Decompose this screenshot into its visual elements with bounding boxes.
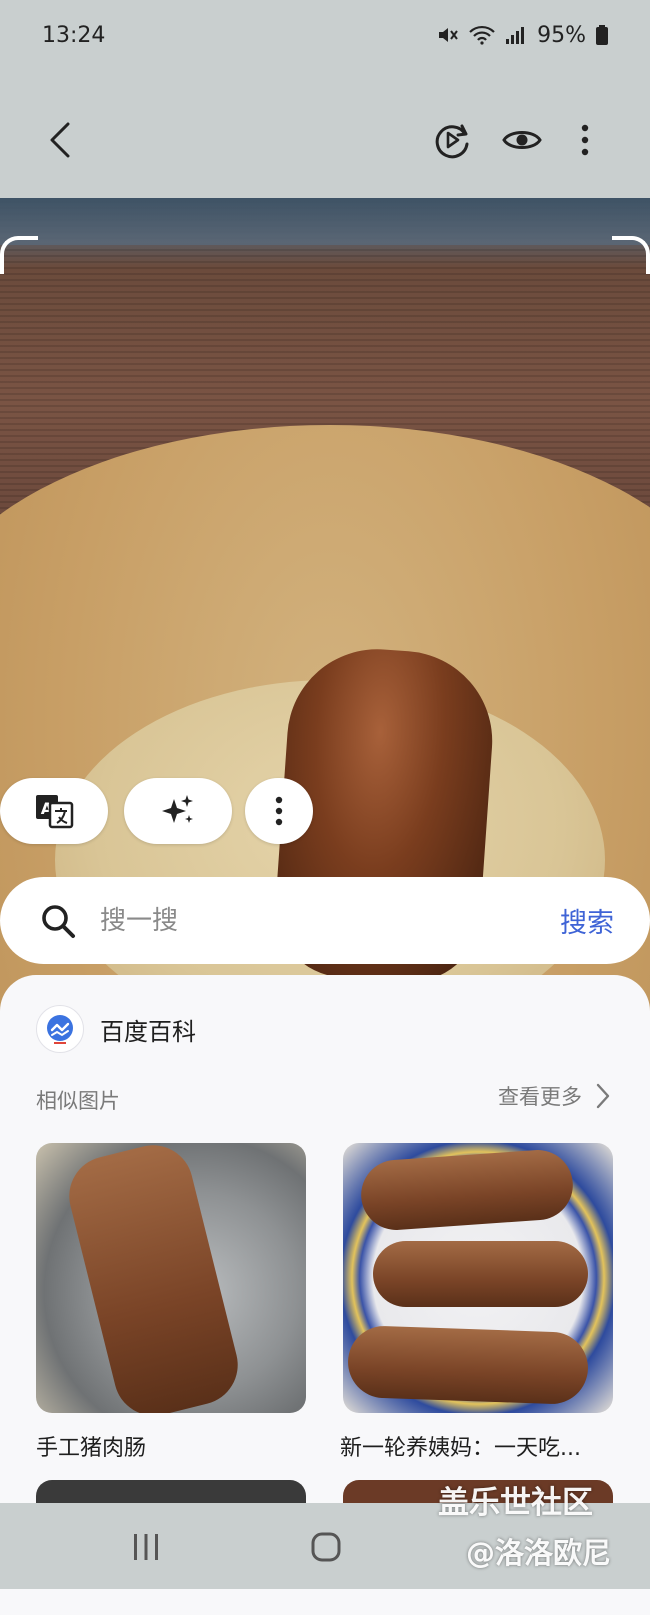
back-button[interactable] [40, 115, 80, 165]
translate-button[interactable]: A [0, 778, 108, 844]
home-button[interactable] [296, 1525, 356, 1569]
home-icon [311, 1532, 341, 1562]
search-input[interactable] [98, 904, 560, 937]
watermark-line-2: @洛洛欧尼 [466, 1536, 612, 1570]
search-icon [42, 904, 75, 938]
similar-image-1-caption[interactable]: 手工猪肉肠 [36, 1430, 306, 1462]
search-bar: 搜索 [0, 877, 650, 964]
wooden-table-edge [0, 195, 650, 245]
image-more-button[interactable] [245, 778, 313, 844]
recent-apps-icon [134, 1534, 158, 1560]
see-more-link[interactable]: 查看更多 [498, 1081, 610, 1111]
status-time: 13:24 [42, 22, 106, 48]
more-options-button[interactable] [570, 118, 600, 162]
live-replay-icon [435, 124, 469, 159]
battery-percent: 95% [537, 22, 586, 48]
source-row[interactable]: 百度百科 [36, 1005, 196, 1053]
baidu-baike-logo-icon [36, 1005, 84, 1053]
similar-image-1[interactable] [36, 1143, 306, 1413]
watermark-line-1: 盖乐世社区 [438, 1485, 593, 1521]
crop-corner-top-left[interactable] [0, 236, 38, 274]
back-arrow-icon [50, 122, 70, 158]
more-vertical-icon [581, 124, 589, 156]
search-button[interactable]: 搜索 [560, 901, 614, 940]
see-more-label: 查看更多 [498, 1085, 582, 1109]
more-vertical-icon [275, 796, 283, 826]
view-button[interactable] [500, 118, 544, 162]
chevron-right-icon [596, 1083, 610, 1109]
similar-image-2[interactable] [343, 1143, 613, 1413]
sausage-thumbnail [346, 1324, 590, 1406]
status-bar: 13:24 95% [0, 0, 650, 70]
battery-icon [596, 25, 608, 45]
wifi-icon [469, 25, 495, 45]
sparkle-icon [162, 795, 193, 823]
translate-icon: A [36, 795, 74, 829]
live-replay-button[interactable] [430, 118, 474, 162]
crop-corner-top-right[interactable] [612, 236, 650, 274]
source-name: 百度百科 [100, 1017, 196, 1046]
top-app-bar [0, 70, 650, 198]
status-icons: 95% [437, 23, 608, 48]
ai-assist-button[interactable] [124, 778, 232, 844]
sausage-thumbnail [358, 1147, 576, 1233]
sausage-thumbnail [373, 1241, 588, 1307]
recent-apps-button[interactable] [116, 1525, 176, 1569]
section-title: 相似图片 [36, 1089, 120, 1113]
similar-image-2-caption[interactable]: 新一轮养姨妈：一天吃... [340, 1430, 610, 1462]
sausage-thumbnail [60, 1143, 247, 1413]
eye-icon [502, 131, 542, 149]
signal-icon [506, 27, 525, 44]
mute-icon [439, 28, 458, 42]
